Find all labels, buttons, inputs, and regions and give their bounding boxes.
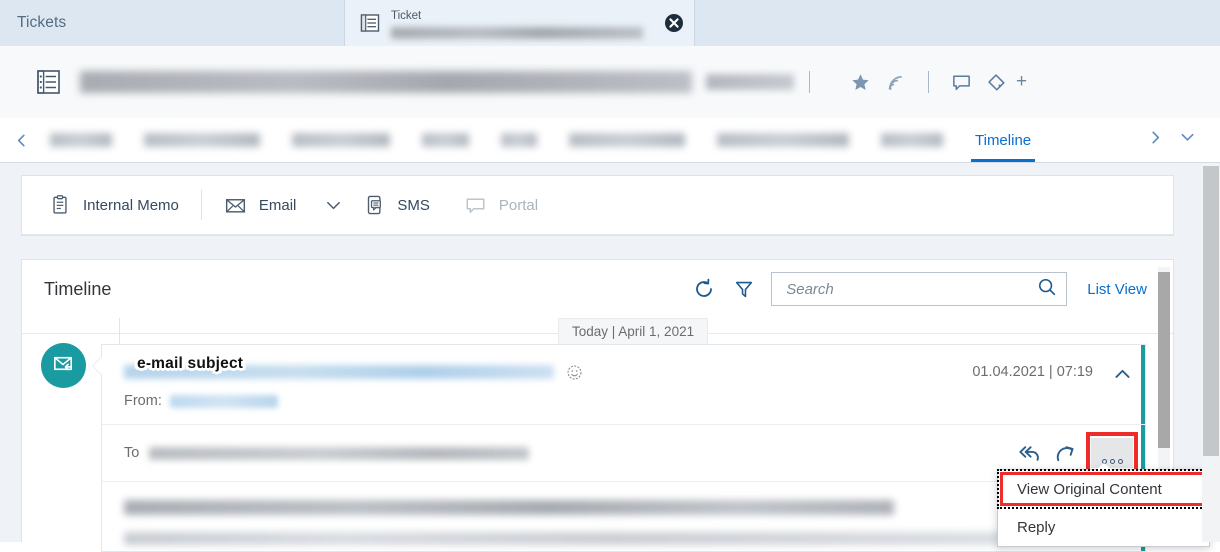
facet-tab-timeline[interactable]: Timeline xyxy=(959,118,1047,162)
shell-tab-ticket[interactable]: Ticket xyxy=(345,0,695,46)
facet-tab-1[interactable] xyxy=(34,118,128,162)
email-card-header-left: From: xyxy=(124,362,972,409)
date-separator-chip: Today | April 1, 2021 xyxy=(558,318,709,345)
email-timeline-card: From: 01.04.2021 | 07:19 To xyxy=(92,344,1146,552)
ticket-list-icon xyxy=(359,12,381,34)
facet-tab-7[interactable] xyxy=(701,118,865,162)
object-header-actions: + xyxy=(843,71,1027,93)
channel-portal-label: Portal xyxy=(498,196,539,214)
channel-toolbar: Internal Memo Email SMS Portal xyxy=(22,176,1173,235)
feed-icon[interactable] xyxy=(885,72,906,93)
email-body-line-1-redacted xyxy=(124,500,894,515)
channel-sms-label: SMS xyxy=(397,196,430,214)
chevron-right-icon[interactable] xyxy=(1148,130,1163,150)
note-icon[interactable] xyxy=(951,72,972,93)
channel-sms[interactable]: SMS xyxy=(362,176,450,234)
shell-tab-tickets[interactable]: Tickets xyxy=(0,0,345,46)
email-to-label: To xyxy=(124,445,140,461)
shell-tab-strip-filler xyxy=(695,0,1220,46)
ticket-detail-icon xyxy=(36,68,62,96)
shell-tab-ticket-kicker: Ticket xyxy=(391,9,422,22)
shell-tab-tickets-label: Tickets xyxy=(17,14,67,31)
facet-tab-bar: Timeline xyxy=(0,118,1220,163)
email-from-redacted xyxy=(169,394,278,408)
email-from-row: From: xyxy=(124,393,972,409)
email-card-header: From: 01.04.2021 | 07:19 xyxy=(102,345,1145,424)
menu-item-reply[interactable]: Reply xyxy=(998,508,1209,546)
object-title-redacted xyxy=(80,71,692,93)
more-button-highlight-annotation xyxy=(1086,432,1138,474)
facet-list: Timeline xyxy=(34,118,1140,162)
add-tag-symbol[interactable]: + xyxy=(1016,71,1027,93)
facet-tab-4[interactable] xyxy=(406,118,485,162)
subject-callout-annotation: e-mail subject xyxy=(137,355,244,372)
search-input[interactable] xyxy=(786,280,1037,298)
filter-icon[interactable] xyxy=(727,272,761,306)
object-status-redacted xyxy=(706,74,794,90)
forward-icon[interactable] xyxy=(1047,438,1083,468)
more-actions-menu: View Original Content Reply xyxy=(997,463,1210,547)
facet-tab-8[interactable] xyxy=(865,118,959,162)
incoming-email-icon xyxy=(51,351,76,381)
memo-icon xyxy=(48,193,72,217)
facet-tab-5[interactable] xyxy=(485,118,553,162)
list-view-link[interactable]: List View xyxy=(1087,281,1147,298)
email-body-line-2-redacted xyxy=(124,532,1004,545)
facet-bar-controls xyxy=(1140,129,1212,151)
favorite-icon[interactable] xyxy=(850,72,871,93)
facet-tab-3[interactable] xyxy=(276,118,406,162)
email-to-redacted xyxy=(149,446,530,460)
channel-internal-memo[interactable]: Internal Memo xyxy=(48,176,199,234)
object-header: + xyxy=(0,46,1220,118)
shell-tab-ticket-texts: Ticket xyxy=(391,8,658,39)
email-card-header-right: 01.04.2021 | 07:19 xyxy=(972,362,1133,409)
portal-icon xyxy=(464,193,488,217)
email-action-bar xyxy=(1011,432,1138,474)
timeline-header: Timeline Search List View xyxy=(22,260,1173,318)
shell-tab-ticket-subtitle-redacted xyxy=(391,26,643,39)
facet-tab-6[interactable] xyxy=(553,118,701,162)
facet-tab-2[interactable] xyxy=(128,118,276,162)
channel-internal-memo-label: Internal Memo xyxy=(83,196,179,214)
channel-email-label: Email xyxy=(258,196,297,214)
channel-portal: Portal xyxy=(464,176,558,234)
reply-all-icon[interactable] xyxy=(1011,438,1047,468)
channel-email[interactable]: Email xyxy=(224,176,317,234)
header-divider-1 xyxy=(809,71,810,93)
menu-item-view-original-content[interactable]: View Original Content xyxy=(997,469,1210,509)
chevron-down-icon[interactable] xyxy=(1179,129,1196,151)
tag-icon[interactable] xyxy=(986,72,1007,93)
refresh-icon[interactable] xyxy=(687,272,721,306)
email-subject-row xyxy=(124,362,972,382)
avatar xyxy=(41,343,86,388)
email-body xyxy=(102,481,1145,551)
sms-icon xyxy=(362,193,386,217)
email-from-label: From: xyxy=(124,393,162,409)
smiley-icon xyxy=(566,364,583,381)
timeline-title: Timeline xyxy=(44,278,112,299)
email-recipient-row: To xyxy=(102,424,1145,481)
shell-tab-strip: Tickets Ticket xyxy=(0,0,1220,46)
channel-toolbar-panel: Internal Memo Email SMS Portal xyxy=(21,175,1174,236)
email-options-chevron-down-icon[interactable] xyxy=(316,196,350,215)
page-scrollbar-thumb[interactable] xyxy=(1203,166,1219,456)
search-input-wrapper[interactable] xyxy=(771,272,1068,306)
facet-tab-timeline-label: Timeline xyxy=(975,131,1032,149)
channel-divider xyxy=(200,190,202,220)
email-timestamp: 01.04.2021 | 07:19 xyxy=(972,364,1093,380)
chevron-left-icon[interactable] xyxy=(8,133,34,148)
close-icon[interactable] xyxy=(664,13,684,33)
timeline-scrollbar-thumb[interactable] xyxy=(1158,272,1170,448)
chevron-up-icon[interactable] xyxy=(1111,364,1133,384)
header-divider-2 xyxy=(928,71,929,93)
envelope-icon xyxy=(224,193,248,217)
search-icon[interactable] xyxy=(1036,276,1058,303)
